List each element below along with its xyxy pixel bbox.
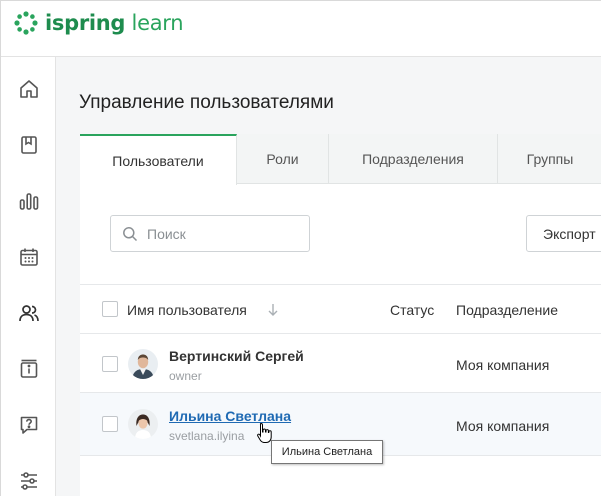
tab-departments[interactable]: Подразделения: [329, 134, 498, 184]
logo-text: ispring learn: [45, 11, 184, 35]
user-department: Моя компания: [456, 357, 550, 373]
sidebar-item-settings[interactable]: [1, 461, 56, 496]
export-button[interactable]: Экспорт: [526, 215, 601, 252]
tab-bar: Пользователи Роли Подразделения Группы: [80, 134, 601, 185]
sidebar-item-calendar[interactable]: [1, 237, 56, 277]
settings-icon: [20, 472, 37, 490]
sort-arrow-down-icon[interactable]: [267, 303, 279, 322]
sidebar-item-users[interactable]: [1, 293, 56, 333]
user-department: Моя компания: [456, 418, 550, 434]
book-icon: [20, 136, 37, 154]
sidebar-item-home[interactable]: [1, 69, 56, 109]
home-icon: [19, 80, 38, 98]
sidebar: [1, 57, 56, 496]
main-content: Управление пользователями Пользователи Р…: [56, 57, 601, 496]
sidebar-item-reports[interactable]: [1, 181, 56, 221]
sidebar-item-learning[interactable]: [1, 125, 56, 165]
tab-groups[interactable]: Группы: [498, 134, 601, 184]
user-login: svetlana.ilyina: [169, 429, 245, 443]
table-row[interactable]: Вертинский Сергей owner Моя компания: [80, 334, 601, 393]
tab-roles[interactable]: Роли: [237, 134, 329, 184]
sidebar-item-help[interactable]: [1, 405, 56, 445]
page-title: Управление пользователями: [79, 92, 334, 113]
calendar-icon: [19, 248, 38, 266]
search-placeholder: Поиск: [147, 225, 186, 242]
tab-users[interactable]: Пользователи: [80, 134, 237, 185]
avatar: [128, 349, 158, 379]
reports-icon: [19, 193, 38, 210]
select-all-checkbox[interactable]: [102, 301, 118, 317]
column-header-name[interactable]: Имя пользователя: [127, 302, 247, 318]
user-login: owner: [169, 369, 202, 383]
avatar: [128, 409, 158, 439]
table-header: Имя пользователя Статус Подразделение: [80, 284, 601, 334]
ispring-logo-icon: [14, 11, 38, 35]
column-header-department[interactable]: Подразделение: [456, 302, 558, 318]
column-header-status[interactable]: Статус: [390, 302, 434, 318]
user-name[interactable]: Вертинский Сергей: [169, 348, 304, 364]
row-checkbox[interactable]: [102, 416, 118, 432]
info-icon: [20, 359, 37, 378]
tooltip: Ильина Светлана: [271, 440, 383, 464]
users-icon: [18, 305, 39, 322]
search-input[interactable]: Поиск: [110, 215, 310, 252]
row-checkbox[interactable]: [102, 356, 118, 372]
question-icon: [20, 416, 37, 434]
search-icon: [122, 226, 138, 242]
sidebar-item-info[interactable]: [1, 349, 56, 389]
app-window: ispring learn Управление пользователями …: [0, 0, 601, 496]
top-bar: ispring learn: [1, 1, 601, 57]
ispring-learn-logo[interactable]: ispring learn: [13, 10, 184, 36]
